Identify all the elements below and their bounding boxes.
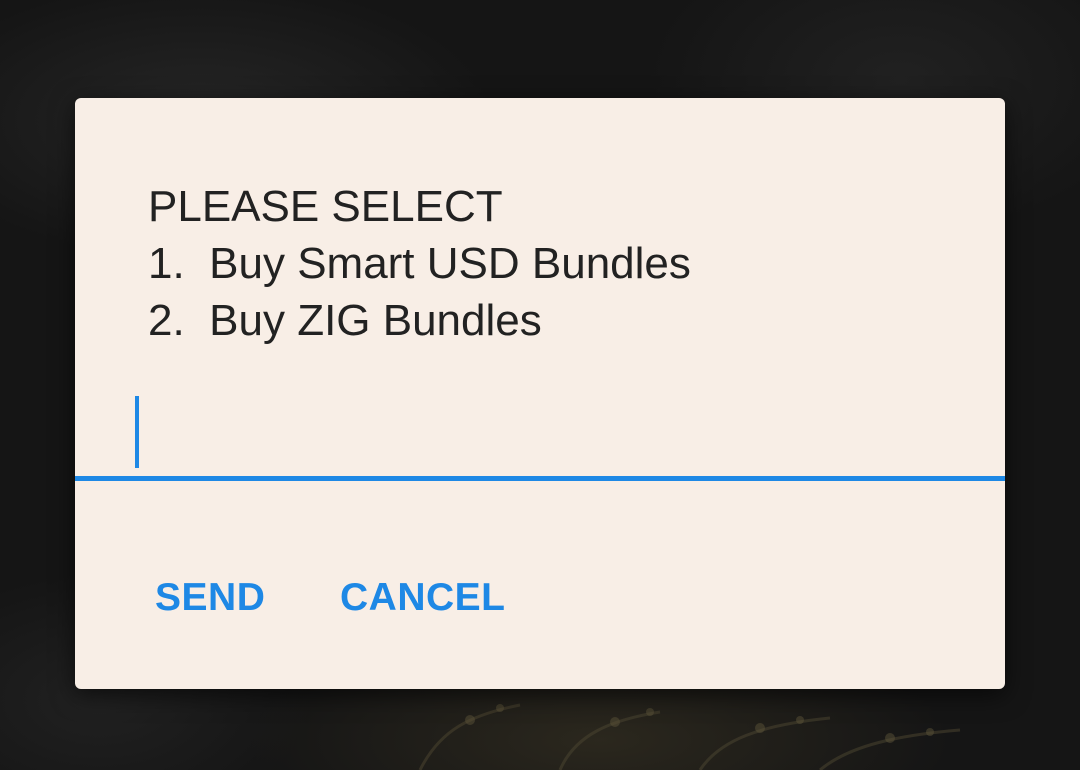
- menu-option-1: 1. Buy Smart USD Bundles: [148, 239, 691, 288]
- text-cursor: [135, 396, 139, 468]
- menu-option-2: 2. Buy ZIG Bundles: [148, 296, 542, 345]
- dialog-message: PLEASE SELECT 1. Buy Smart USD Bundles 2…: [148, 178, 948, 349]
- ussd-dialog: PLEASE SELECT 1. Buy Smart USD Bundles 2…: [75, 98, 1005, 689]
- response-input[interactable]: [133, 394, 933, 466]
- message-line: PLEASE SELECT: [148, 182, 503, 231]
- response-input-container[interactable]: [75, 388, 1005, 482]
- input-underline: [75, 476, 1005, 481]
- send-button[interactable]: SEND: [133, 558, 287, 638]
- cancel-button[interactable]: CANCEL: [318, 558, 528, 638]
